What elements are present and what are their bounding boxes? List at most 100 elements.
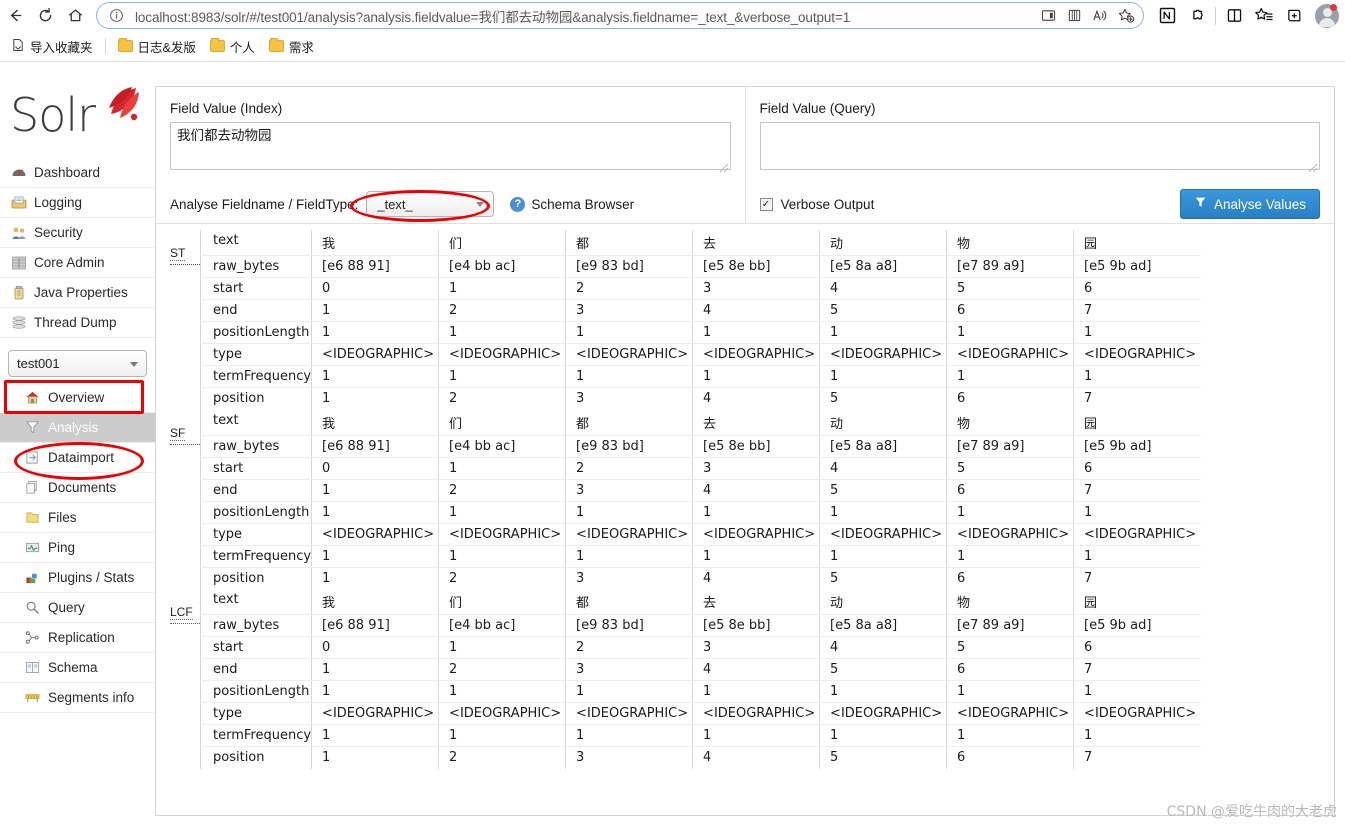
index-field-textarea[interactable] <box>170 122 731 170</box>
token-value-cell: 1 <box>311 479 439 502</box>
token-value-cell: 1 <box>1073 321 1201 344</box>
analyzer-block: LCF text 我们都去动物园 raw_bytes [e6 88 91] [e4 bb … <box>156 589 1334 769</box>
bookmarks-bar: 导入收藏夹 日志&发版 个人 需求 <box>0 31 1345 62</box>
bookmark-folder-requirements[interactable]: 需求 <box>262 34 321 59</box>
address-bar[interactable]: localhost:8983/solr/#/test001/analysis?a… <box>96 2 1144 29</box>
favorites-icon[interactable] <box>1249 1 1279 31</box>
sidebar-item-analysis[interactable]: Analysis <box>0 413 155 443</box>
sidebar-item-thread-dump[interactable]: Thread Dump <box>0 308 155 338</box>
token-value-cell: <IDEOGRAPHIC> <box>438 343 566 366</box>
token-value-cell: [e7 89 a9] <box>946 255 1074 278</box>
token-value-cell: 们 <box>438 589 566 615</box>
back-icon[interactable] <box>0 1 30 31</box>
sidebar-item-logging[interactable]: Logging <box>0 188 155 218</box>
token-value-cell: 5 <box>819 299 947 322</box>
verbose-checkbox[interactable]: ✓ <box>759 197 773 211</box>
sidebar-item-java-properties[interactable]: Java Properties <box>0 278 155 308</box>
solr-logo-text: Solr <box>10 88 96 142</box>
token-value-cell: 1 <box>946 545 1074 568</box>
add-tab-icon[interactable] <box>1279 1 1309 31</box>
token-value-cell: 1 <box>692 321 820 344</box>
sidebar-item-plugins-stats[interactable]: Plugins / Stats <box>0 563 155 593</box>
token-value-cell: 2 <box>438 658 566 681</box>
token-value-cell: <IDEOGRAPHIC> <box>565 702 693 725</box>
site-info-icon[interactable] <box>107 7 125 25</box>
token-value-cell: 3 <box>692 636 820 659</box>
token-value-cell: 7 <box>1073 658 1201 681</box>
sidebar-item-label: Overview <box>48 390 105 405</box>
sidebar-item-label: Documents <box>48 480 117 495</box>
split-screen-icon[interactable] <box>1035 5 1061 27</box>
sidebar-item-label: Logging <box>34 195 83 210</box>
token-value-cell: <IDEOGRAPHIC> <box>946 343 1074 366</box>
analyzer-abbreviation[interactable]: LCF <box>170 595 200 624</box>
dashboard-icon <box>10 164 27 181</box>
token-value-cell: 1 <box>819 501 947 524</box>
token-value-cell: 6 <box>1073 277 1201 300</box>
import-favorites-icon <box>11 38 25 55</box>
token-value-cell: 6 <box>1073 457 1201 480</box>
solr-logo[interactable]: Solr <box>10 84 145 146</box>
sidebar-item-dashboard[interactable]: Dashboard <box>0 158 155 188</box>
split-pane-icon[interactable] <box>1219 1 1249 31</box>
token-value-cell: 3 <box>565 387 693 410</box>
token-value-cell: <IDEOGRAPHIC> <box>819 523 947 546</box>
sidebar-item-overview[interactable]: Overview <box>0 383 155 413</box>
read-aloud-icon[interactable] <box>1087 5 1113 27</box>
url-text[interactable]: localhost:8983/solr/#/test001/analysis?a… <box>125 6 1035 26</box>
files-icon <box>24 509 41 526</box>
sidebar-item-replication[interactable]: Replication <box>0 623 155 653</box>
collections-icon[interactable] <box>1061 5 1087 27</box>
attribute-name-cell: position <box>199 387 312 410</box>
attribute-name-cell: positionLength <box>199 680 312 703</box>
extensions-icon[interactable] <box>1182 1 1212 31</box>
verbose-output-toggle[interactable]: ✓ Verbose Output <box>759 197 874 212</box>
analyzer-abbreviation[interactable]: SF <box>170 416 200 445</box>
bookmark-import-favorites[interactable]: 导入收藏夹 <box>4 34 100 59</box>
sidebar-item-ping[interactable]: Ping <box>0 533 155 563</box>
token-value-cell: <IDEOGRAPHIC> <box>311 523 439 546</box>
analysis-form: Field Value (Index) Analyse Fieldname / … <box>156 87 1334 224</box>
sidebar-item-files[interactable]: Files <box>0 503 155 533</box>
sidebar-item-schema[interactable]: Schema <box>0 653 155 683</box>
notion-icon[interactable] <box>1152 1 1182 31</box>
token-value-cell: 1 <box>819 680 947 703</box>
refresh-icon[interactable] <box>30 1 60 31</box>
token-value-cell: 1 <box>565 680 693 703</box>
sidebar-item-dataimport[interactable]: Dataimport <box>0 443 155 473</box>
index-field-label: Field Value (Index) <box>170 101 283 116</box>
home-icon[interactable] <box>60 1 90 31</box>
token-value-cell: 1 <box>946 321 1074 344</box>
table-row: text 我们都去动物园 <box>199 409 1201 436</box>
token-value-cell: 1 <box>692 545 820 568</box>
sidebar-item-security[interactable]: Security <box>0 218 155 248</box>
token-value-cell: 1 <box>438 501 566 524</box>
token-value-cell: 去 <box>692 409 820 436</box>
bookmark-folder-logs[interactable]: 日志&发版 <box>111 34 203 59</box>
core-nav-list: Overview Analysis Dataimport Documents F… <box>0 383 155 713</box>
bookmark-folder-personal[interactable]: 个人 <box>203 34 262 59</box>
schema-browser-label: Schema Browser <box>531 196 635 212</box>
analyzer-abbreviation[interactable]: ST <box>170 236 200 265</box>
token-value-cell: 6 <box>946 479 1074 502</box>
add-favorite-icon[interactable] <box>1113 5 1139 27</box>
sidebar-item-core-admin[interactable]: Core Admin <box>0 248 155 278</box>
query-field-textarea[interactable] <box>759 122 1320 170</box>
token-value-cell: 1 <box>565 321 693 344</box>
fieldtype-select[interactable]: _text_ <box>366 191 495 217</box>
segments-icon <box>24 689 41 706</box>
token-value-cell: 1 <box>311 724 439 747</box>
token-value-cell: 3 <box>565 746 693 769</box>
token-value-cell: [e6 88 91] <box>311 435 439 458</box>
token-value-cell: <IDEOGRAPHIC> <box>946 702 1074 725</box>
sidebar-item-query[interactable]: Query <box>0 593 155 623</box>
table-row: start 0 1 2 3 4 5 6 <box>199 277 1201 300</box>
table-row: raw_bytes [e6 88 91] [e4 bb ac] [e9 83 bd][… <box>199 255 1201 278</box>
token-value-cell: 3 <box>565 299 693 322</box>
analyse-values-button[interactable]: Analyse Values <box>1179 189 1320 219</box>
schema-browser-link[interactable]: ? Schema Browser <box>510 196 635 212</box>
sidebar-item-documents[interactable]: Documents <box>0 473 155 503</box>
attribute-name-cell: position <box>199 567 312 589</box>
sidebar-item-segments-info[interactable]: Segments info <box>0 683 155 713</box>
core-selector[interactable]: test001 <box>8 350 147 377</box>
